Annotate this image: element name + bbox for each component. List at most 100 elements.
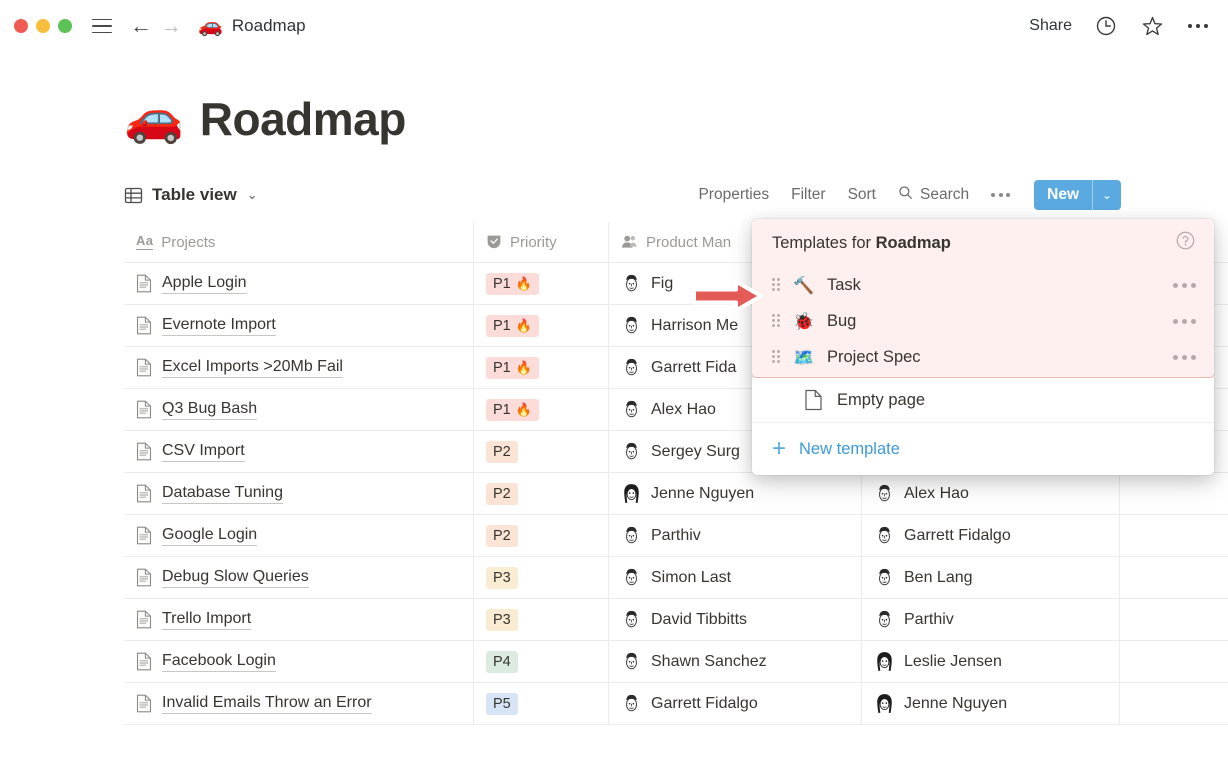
cell-priority[interactable]: P3 — [474, 599, 609, 640]
cell-priority[interactable]: P5 — [474, 683, 609, 724]
table-row[interactable]: Google Login P2 Parthiv Garrett Fidalgo — [124, 515, 1228, 557]
project-link[interactable]: CSV Import — [162, 442, 245, 462]
search-button[interactable]: Search — [898, 185, 969, 205]
ellipsis-icon[interactable] — [1173, 282, 1196, 288]
ellipsis-icon[interactable] — [1173, 318, 1196, 324]
car-icon[interactable]: 🚗 — [124, 95, 184, 143]
cell-priority[interactable]: P1 🔥 — [474, 347, 609, 388]
table-row[interactable]: Database Tuning P2 Jenne Nguyen Alex Hao — [124, 473, 1228, 515]
cell-product-manager[interactable]: Parthiv — [609, 515, 862, 556]
project-link[interactable]: Facebook Login — [162, 652, 276, 672]
avatar — [874, 651, 895, 672]
cell-priority[interactable]: P2 — [474, 473, 609, 514]
template-item-empty-page[interactable]: Empty page — [752, 378, 1214, 422]
cell-project-name[interactable]: Google Login — [124, 515, 474, 556]
column-header-projects[interactable]: Aa Projects — [124, 222, 474, 262]
star-icon[interactable] — [1140, 14, 1164, 38]
table-row[interactable]: Facebook Login P4 Shawn Sanchez Leslie Jens… — [124, 641, 1228, 683]
page-title-text[interactable]: Roadmap — [200, 92, 407, 146]
minimize-window-button[interactable] — [36, 19, 50, 33]
cell-project-name[interactable]: Excel Imports >20Mb Fail — [124, 347, 474, 388]
project-link[interactable]: Evernote Import — [162, 316, 276, 336]
project-link[interactable]: Debug Slow Queries — [162, 568, 309, 588]
drag-handle-icon[interactable] — [772, 350, 781, 364]
project-link[interactable]: Excel Imports >20Mb Fail — [162, 358, 343, 378]
cell-project-name[interactable]: Apple Login — [124, 263, 474, 304]
project-link[interactable]: Apple Login — [162, 274, 247, 294]
cell-project-name[interactable]: Debug Slow Queries — [124, 557, 474, 598]
cell-priority[interactable]: P4 — [474, 641, 609, 682]
cell-project-name[interactable]: Invalid Emails Throw an Error — [124, 683, 474, 724]
ellipsis-icon[interactable] — [1173, 354, 1196, 360]
project-link[interactable]: Trello Import — [162, 610, 252, 630]
template-item[interactable]: 🔨 Task — [752, 267, 1214, 303]
cell-project-name[interactable]: Facebook Login — [124, 641, 474, 682]
cell-engineering-lead[interactable]: Jenne Nguyen — [862, 683, 1120, 724]
cell-engineering-lead[interactable]: Ben Lang — [862, 557, 1120, 598]
cell-product-manager[interactable]: Shawn Sanchez — [609, 641, 862, 682]
status-badge: P1 🔥 — [486, 398, 539, 421]
project-link[interactable]: Invalid Emails Throw an Error — [162, 694, 372, 714]
cell-priority[interactable]: P2 — [474, 515, 609, 556]
cell-priority[interactable]: P1 🔥 — [474, 305, 609, 346]
view-selector[interactable]: Table view ⌄ — [124, 185, 258, 205]
cell-extra[interactable] — [1120, 599, 1228, 640]
new-template-button[interactable]: + New template — [752, 423, 1214, 475]
project-link[interactable]: Google Login — [162, 526, 258, 546]
template-item[interactable]: 🐞 Bug — [752, 303, 1214, 339]
sidebar-toggle-icon[interactable] — [92, 18, 112, 34]
cell-engineering-lead[interactable]: Garrett Fidalgo — [862, 515, 1120, 556]
cell-project-name[interactable]: Database Tuning — [124, 473, 474, 514]
cell-extra[interactable] — [1120, 557, 1228, 598]
cell-priority[interactable]: P3 — [474, 557, 609, 598]
table-row[interactable]: Trello Import P3 David Tibbitts Parthiv — [124, 599, 1228, 641]
cell-project-name[interactable]: Q3 Bug Bash — [124, 389, 474, 430]
drag-handle-icon[interactable] — [772, 278, 781, 292]
new-button-label: New — [1047, 186, 1079, 203]
cell-extra[interactable] — [1120, 641, 1228, 682]
column-header-priority[interactable]: Priority — [474, 222, 609, 262]
cell-product-manager[interactable]: Jenne Nguyen — [609, 473, 862, 514]
cell-engineering-lead[interactable]: Parthiv — [862, 599, 1120, 640]
project-link[interactable]: Q3 Bug Bash — [162, 400, 258, 420]
avatar — [621, 609, 642, 630]
template-item[interactable]: 🗺️ Project Spec — [752, 339, 1214, 375]
properties-button[interactable]: Properties — [698, 186, 769, 204]
project-link[interactable]: Database Tuning — [162, 484, 283, 504]
cell-engineering-lead[interactable]: Leslie Jensen — [862, 641, 1120, 682]
cell-project-name[interactable]: Evernote Import — [124, 305, 474, 346]
table-row[interactable]: Debug Slow Queries P3 Simon Last Ben Lang — [124, 557, 1228, 599]
cell-priority[interactable]: P2 — [474, 431, 609, 472]
table-row[interactable]: Invalid Emails Throw an Error P5 Garrett F… — [124, 683, 1228, 725]
ellipsis-icon[interactable] — [1186, 14, 1210, 38]
column-header-label: Projects — [161, 233, 216, 251]
cell-extra[interactable] — [1120, 473, 1228, 514]
new-button[interactable]: New ⌄ — [1034, 180, 1121, 210]
share-button[interactable]: Share — [1029, 17, 1072, 35]
view-more-icon[interactable] — [991, 193, 1011, 197]
cell-project-name[interactable]: Trello Import — [124, 599, 474, 640]
cell-priority[interactable]: P1 🔥 — [474, 263, 609, 304]
arrow-left-icon[interactable]: ← — [130, 15, 152, 37]
cell-extra[interactable] — [1120, 515, 1228, 556]
cell-product-manager[interactable]: Simon Last — [609, 557, 862, 598]
clock-icon[interactable] — [1094, 14, 1118, 38]
filter-button[interactable]: Filter — [791, 186, 825, 204]
cell-project-name[interactable]: CSV Import — [124, 431, 474, 472]
cell-product-manager[interactable]: Garrett Fidalgo — [609, 683, 862, 724]
breadcrumb[interactable]: 🚗 Roadmap — [198, 16, 306, 36]
drag-handle-icon[interactable] — [772, 314, 781, 328]
priority-label: P5 — [493, 695, 511, 712]
arrow-right-icon[interactable]: → — [160, 15, 182, 37]
new-button-chevron-down-icon[interactable]: ⌄ — [1093, 180, 1121, 210]
cell-priority[interactable]: P1 🔥 — [474, 389, 609, 430]
cell-engineering-lead[interactable]: Alex Hao — [862, 473, 1120, 514]
maximize-window-button[interactable] — [58, 19, 72, 33]
cell-extra[interactable] — [1120, 683, 1228, 724]
sort-button[interactable]: Sort — [848, 186, 876, 204]
priority-label: P2 — [493, 443, 511, 460]
cell-product-manager[interactable]: David Tibbitts — [609, 599, 862, 640]
person-chip: Parthiv — [621, 525, 701, 546]
close-window-button[interactable] — [14, 19, 28, 33]
question-circle-icon[interactable] — [1175, 230, 1196, 256]
